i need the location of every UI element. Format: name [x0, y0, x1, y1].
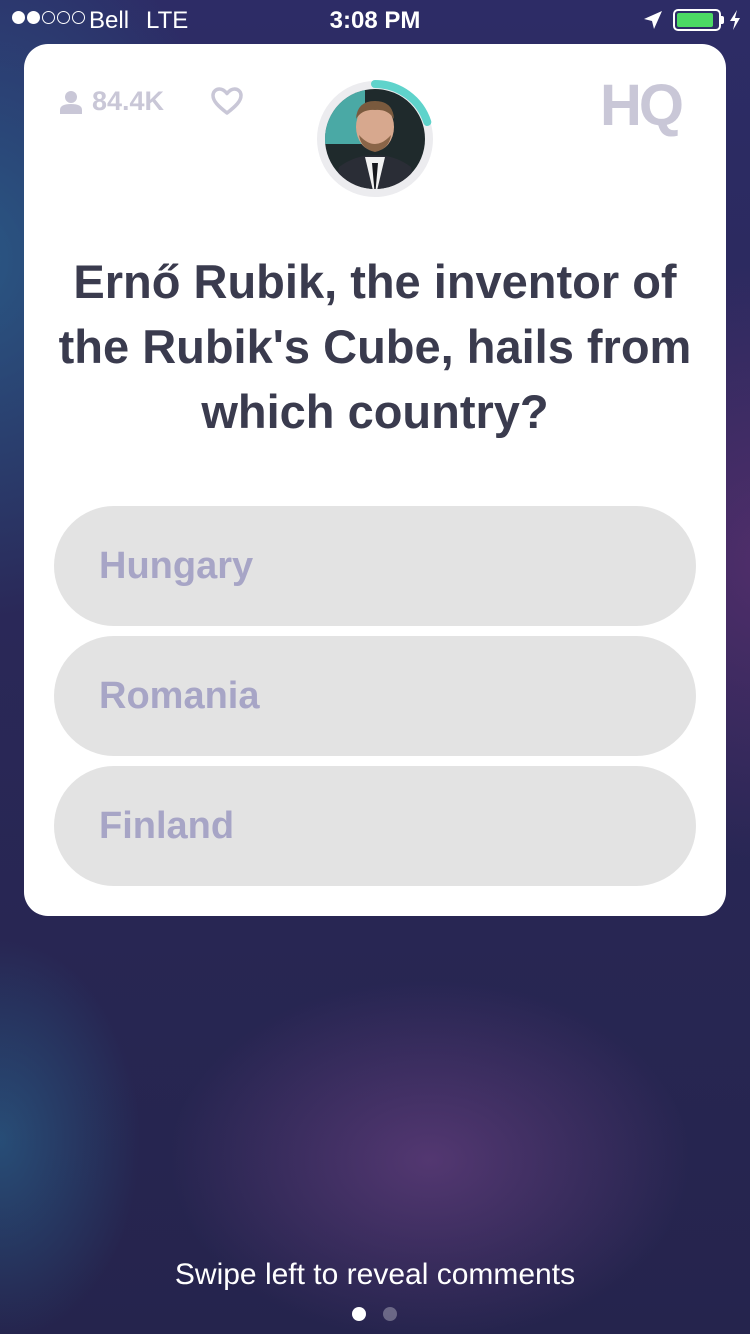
battery-icon [673, 9, 721, 31]
answer-label: Hungary [99, 544, 254, 587]
answer-label: Finland [99, 804, 235, 847]
host-photo [325, 89, 425, 189]
heart-outline-icon[interactable] [210, 86, 244, 116]
hq-logo: HQ [600, 73, 684, 138]
person-icon [60, 90, 82, 114]
status-bar: Bell LTE 3:08 PM [0, 0, 750, 40]
viewer-count: 84.4K [60, 86, 164, 117]
page-indicator[interactable] [352, 1307, 397, 1321]
swipe-hint: Swipe left to reveal comments [174, 1258, 576, 1291]
location-arrow-icon [644, 11, 662, 29]
status-time: 3:08 PM [329, 7, 421, 34]
question-card: 84.4K HQ Ernő Rubik, the inventor of the… [24, 44, 726, 916]
page-dot-comments[interactable] [383, 1307, 397, 1321]
answer-option-hungary[interactable]: Hungary [54, 506, 696, 626]
answer-label: Romania [99, 674, 260, 717]
page-dot-questions[interactable] [352, 1307, 366, 1321]
host-avatar [317, 80, 433, 197]
answer-option-romania[interactable]: Romania [54, 636, 696, 756]
question-text: Ernő Rubik, the inventor of the Rubik's … [58, 255, 692, 438]
charging-bolt-icon [730, 10, 740, 30]
answer-option-finland[interactable]: Finland [54, 766, 696, 886]
battery-cap [721, 16, 724, 24]
viewer-count-label: 84.4K [92, 86, 165, 116]
battery-level [677, 13, 713, 27]
